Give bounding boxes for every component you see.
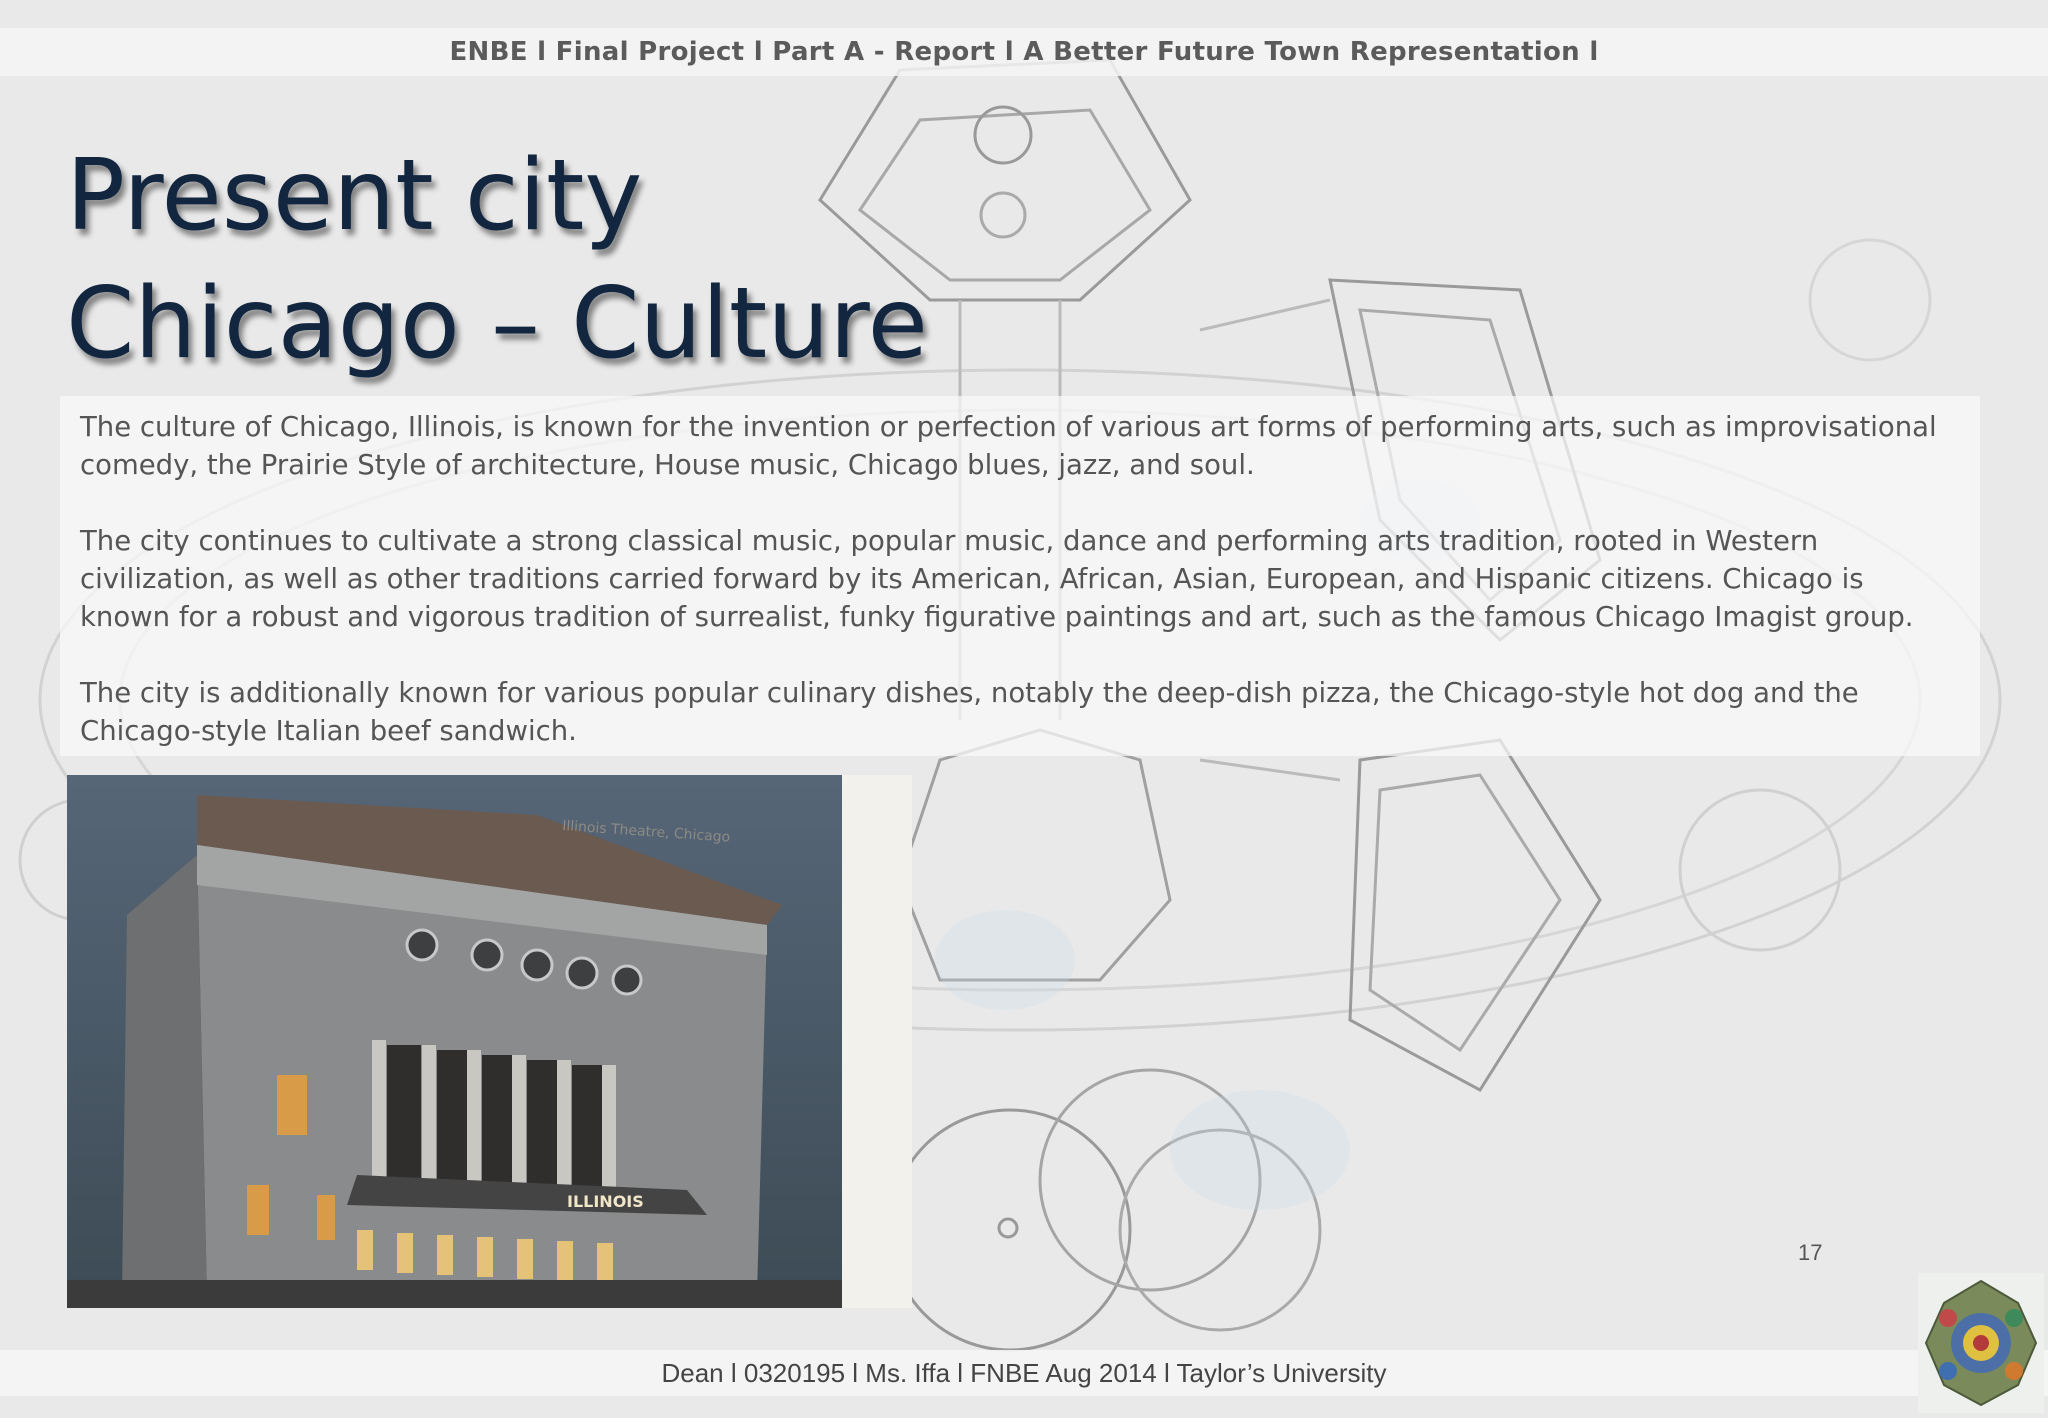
emblem-logo-icon	[1918, 1273, 2044, 1413]
theatre-photo: ILLINOIS Illinois Theatre, Chicago	[67, 775, 912, 1308]
paragraph-arts: The culture of Chicago, Illinois, is kno…	[80, 411, 1937, 481]
paragraph-traditions: The city continues to cultivate a strong…	[80, 525, 1914, 633]
paragraph-culinary: The city is additionally known for vario…	[80, 677, 1859, 747]
page-title-line-2: Chicago – Culture	[66, 267, 928, 381]
footer-bar: Dean l 0320195 l Ms. Iffa l FNBE Aug 201…	[0, 1350, 2048, 1396]
page-title: Present city Chicago – Culture	[66, 132, 928, 388]
header-title: ENBE l Final Project l Part A - Report l…	[449, 37, 1599, 67]
body-text-box: The culture of Chicago, Illinois, is kno…	[60, 396, 1980, 756]
theatre-illustration: ILLINOIS Illinois Theatre, Chicago	[67, 775, 912, 1308]
header-bar: ENBE l Final Project l Part A - Report l…	[0, 28, 2048, 76]
page-title-line-1: Present city	[66, 139, 643, 253]
marquee-text: ILLINOIS	[567, 1192, 644, 1211]
footer-credits: Dean l 0320195 l Ms. Iffa l FNBE Aug 201…	[661, 1357, 1387, 1388]
page-number: 17	[1798, 1240, 1823, 1265]
